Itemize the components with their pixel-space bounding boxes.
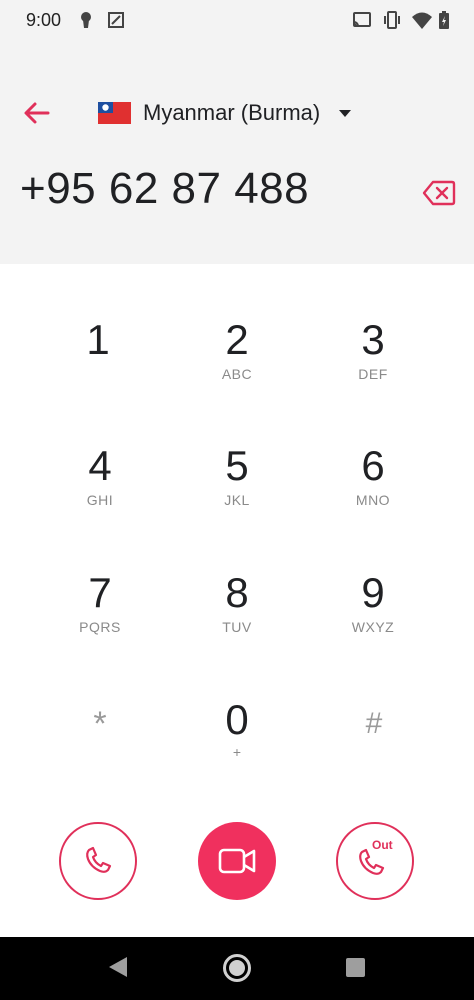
navigation-bar [0, 937, 474, 1000]
phone-number-display[interactable]: +95 62 87 488 [20, 164, 309, 214]
video-call-button[interactable] [198, 822, 276, 900]
recents-square-icon[interactable] [345, 957, 366, 978]
key-0[interactable]: 0 + [177, 696, 297, 806]
dialer-header: Myanmar (Burma) +95 62 87 488 [0, 40, 474, 264]
country-selector[interactable]: Myanmar (Burma) [98, 96, 352, 130]
status-time: 9:00 [26, 10, 62, 30]
key-5[interactable]: 5 JKL [177, 442, 297, 552]
screenshot-icon [106, 10, 126, 30]
key-8[interactable]: 8 TUV [177, 569, 297, 679]
key-hash[interactable]: # [314, 700, 434, 810]
country-name: Myanmar (Burma) [143, 100, 321, 125]
arrow-left-icon [24, 102, 50, 124]
key-9[interactable]: 9 WXYZ [313, 569, 433, 679]
wifi-icon [412, 10, 432, 30]
phone-out-icon: Out [359, 838, 393, 875]
call-out-button[interactable]: Out [336, 822, 414, 900]
video-camera-icon [218, 848, 256, 874]
battery-icon [434, 10, 454, 30]
keyhole-icon [76, 10, 96, 30]
key-4[interactable]: 4 GHI [40, 442, 160, 552]
status-bar: 9:00 [0, 0, 474, 40]
key-7[interactable]: 7 PQRS [40, 569, 160, 679]
cast-icon [352, 10, 372, 30]
key-star[interactable]: * [40, 700, 160, 810]
backspace-icon [422, 180, 456, 206]
key-6[interactable]: 6 MNO [313, 442, 433, 552]
myanmar-flag-icon [98, 102, 131, 124]
callout-label: Out [372, 838, 393, 852]
back-triangle-icon[interactable] [107, 955, 129, 979]
call-button[interactable] [59, 822, 137, 900]
key-2[interactable]: 2 ABC [177, 316, 297, 426]
key-1[interactable]: 1 [38, 316, 158, 426]
backspace-button[interactable] [422, 180, 456, 206]
vibrate-icon [382, 10, 402, 30]
phone-icon [86, 846, 112, 873]
back-button[interactable] [20, 96, 54, 130]
home-circle-icon[interactable] [222, 953, 252, 983]
key-3[interactable]: 3 DEF [313, 316, 433, 426]
caret-down-icon[interactable] [338, 106, 352, 120]
